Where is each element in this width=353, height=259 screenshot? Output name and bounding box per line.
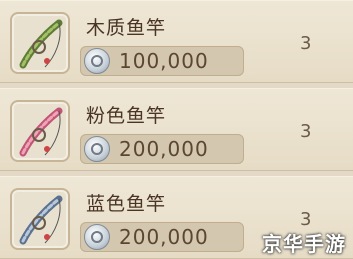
item-icon-frame — [10, 100, 70, 162]
silver-coin-icon — [84, 224, 110, 250]
item-icon-frame — [10, 188, 70, 250]
item-count: 3 — [300, 33, 312, 54]
shop-item-pink-rod[interactable]: 粉色鱼竿 200,000 3 — [0, 88, 353, 171]
item-price: 200,000 — [119, 137, 209, 161]
item-count: 3 — [300, 121, 312, 142]
price-box: 100,000 — [80, 46, 244, 76]
item-name: 粉色鱼竿 — [86, 105, 167, 127]
wooden-fishing-rod-icon — [19, 19, 63, 69]
silver-coin-icon — [84, 48, 110, 74]
price-box: 200,000 — [80, 134, 244, 164]
watermark-text: 京华手游 — [262, 232, 346, 256]
item-icon-frame — [10, 12, 70, 74]
item-name: 蓝色鱼竿 — [86, 193, 167, 215]
blue-fishing-rod-icon — [19, 195, 63, 245]
item-count: 3 — [300, 209, 312, 230]
pink-fishing-rod-icon — [19, 107, 63, 157]
item-price: 100,000 — [119, 49, 209, 73]
shop-item-wooden-rod[interactable]: 木质鱼竿 100,000 3 — [0, 0, 353, 83]
item-price: 200,000 — [119, 225, 209, 249]
shop-list: 木质鱼竿 100,000 3 粉色鱼竿 200,000 3 蓝色鱼竿 200,0… — [0, 0, 353, 259]
silver-coin-icon — [84, 136, 110, 162]
item-name: 木质鱼竿 — [86, 17, 167, 39]
price-box: 200,000 — [80, 222, 244, 252]
